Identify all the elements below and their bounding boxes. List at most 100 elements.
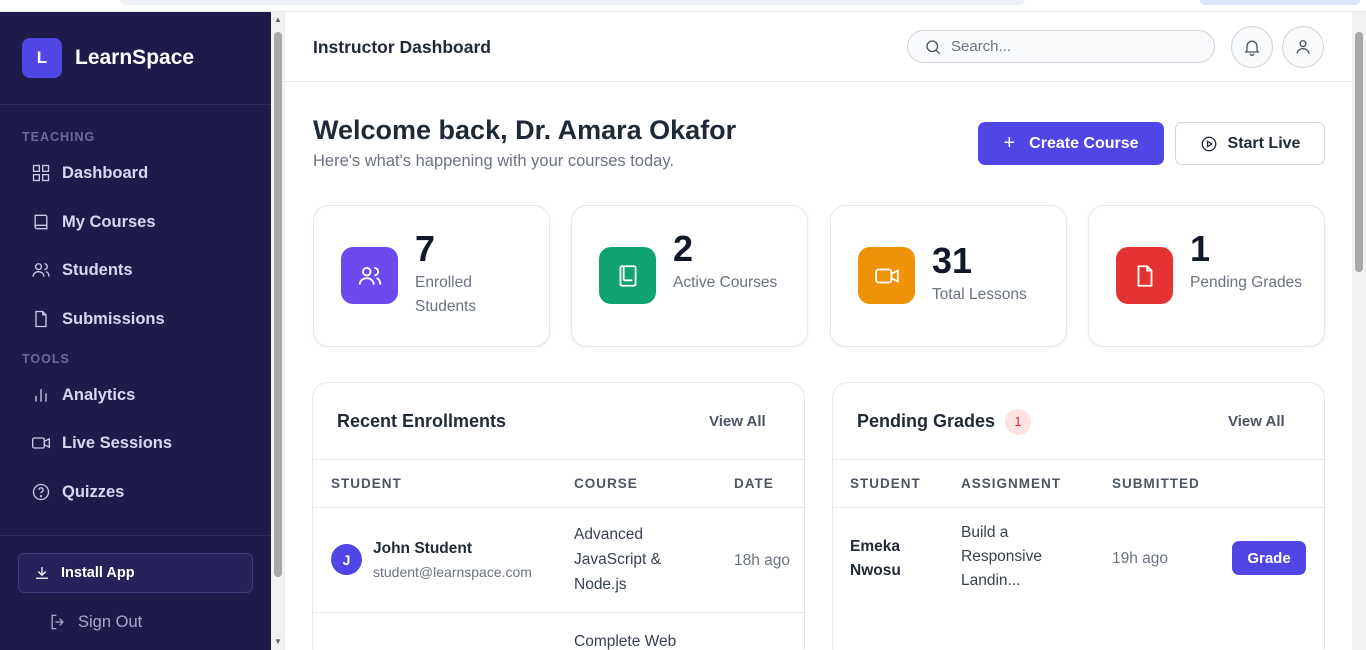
scrollbar-thumb[interactable] <box>274 32 282 577</box>
sidebar-item-my-courses[interactable]: My Courses <box>30 207 156 237</box>
stat-label: Enrolled Students <box>415 274 477 315</box>
stat-label: Active Courses <box>673 274 778 291</box>
stat-value: 1 <box>1190 228 1211 269</box>
avatar: J <box>331 544 362 575</box>
top-header: Instructor Dashboard <box>285 12 1352 82</box>
download-icon <box>36 567 48 579</box>
sidebar-divider <box>0 535 271 536</box>
divider <box>833 507 1324 508</box>
bar-chart-icon <box>30 384 52 406</box>
stat-card-active-courses[interactable]: 2 Active Courses <box>571 205 808 347</box>
stat-label: Pending Grades <box>1190 274 1303 291</box>
start-live-button[interactable]: Start Live <box>1175 122 1325 165</box>
submitted-time: 19h ago <box>1112 550 1169 567</box>
install-app-button[interactable]: Install App <box>18 553 253 593</box>
sidebar: L LearnSpace TEACHING Dashboard My Cours… <box>0 12 271 650</box>
divider <box>313 507 804 508</box>
sidebar-item-label: Submissions <box>62 309 165 328</box>
stat-card-pending-grades[interactable]: 1 Pending Grades <box>1088 205 1325 347</box>
sidebar-item-label: Dashboard <box>62 163 149 182</box>
install-app-label: Install App <box>61 565 135 581</box>
divider <box>313 459 804 460</box>
sidebar-item-dashboard[interactable]: Dashboard <box>30 158 148 188</box>
sidebar-item-students[interactable]: Students <box>30 255 133 285</box>
assignment-name: Build a Responsive Landin... <box>961 524 1042 589</box>
course-name: Complete Web <box>574 633 677 650</box>
sidebar-item-label: My Courses <box>62 212 156 231</box>
notifications-button[interactable] <box>1231 26 1273 68</box>
scroll-down-arrow[interactable]: ▼ <box>271 636 285 648</box>
video-icon <box>30 432 52 454</box>
scrollbar-thumb[interactable] <box>1355 32 1363 272</box>
users-icon <box>30 259 52 281</box>
grid-icon <box>30 162 52 184</box>
sign-out-label: Sign Out <box>78 612 143 631</box>
view-all-enrollments-link[interactable]: View All <box>709 413 766 430</box>
column-header-submitted: SUBMITTED <box>1112 476 1200 491</box>
course-name: Advanced JavaScript & Node.js <box>574 526 662 593</box>
stat-label: Total Lessons <box>932 286 1027 303</box>
users-icon <box>341 247 398 304</box>
brand[interactable]: L LearnSpace <box>0 12 271 105</box>
sidebar-scrollbar[interactable]: ▲ ▼ <box>271 12 285 650</box>
plus-icon: + <box>1003 132 1016 154</box>
sign-out-button[interactable]: Sign Out <box>48 612 142 632</box>
section-label-tools: TOOLS <box>22 352 70 366</box>
brand-name: LearnSpace <box>75 46 195 69</box>
log-out-icon <box>51 614 64 630</box>
pending-grades-panel: Pending Grades 1 View All STUDENT ASSIGN… <box>832 382 1325 650</box>
stat-value: 2 <box>673 228 694 269</box>
student-email: student@learnspace.com <box>373 564 532 580</box>
search-input[interactable] <box>951 38 1191 55</box>
section-label-teaching: TEACHING <box>22 130 96 144</box>
welcome-subtitle: Here's what's happening with your course… <box>313 152 674 170</box>
grade-button[interactable]: Grade <box>1232 541 1306 575</box>
stat-card-total-lessons[interactable]: 31 Total Lessons <box>830 205 1067 347</box>
scroll-up-arrow[interactable]: ▲ <box>271 14 285 26</box>
student-name: John Student <box>373 540 473 557</box>
main-scrollbar[interactable] <box>1352 12 1366 650</box>
video-icon <box>858 247 915 304</box>
profile-button[interactable] <box>1282 26 1324 68</box>
sidebar-item-submissions[interactable]: Submissions <box>30 304 165 334</box>
help-circle-icon <box>30 481 52 503</box>
welcome-heading: Welcome back, Dr. Amara Okafor <box>313 115 737 145</box>
panel-title: Recent Enrollments <box>337 411 507 431</box>
sidebar-item-quizzes[interactable]: Quizzes <box>30 477 124 507</box>
play-circle-icon <box>1201 136 1216 151</box>
start-live-label: Start Live <box>1227 134 1301 152</box>
brand-logo: L <box>22 38 62 78</box>
address-bar[interactable] <box>120 0 1025 5</box>
divider <box>313 612 804 613</box>
pending-count-badge: 1 <box>1005 409 1031 435</box>
column-header-student: STUDENT <box>331 476 402 491</box>
enroll-date: 18h ago <box>734 552 791 569</box>
book-icon <box>599 247 656 304</box>
browser-button[interactable] <box>1200 0 1360 5</box>
sidebar-item-label: Live Sessions <box>62 433 173 452</box>
user-icon <box>1296 40 1310 54</box>
file-icon <box>30 308 52 330</box>
sidebar-item-label: Students <box>62 260 133 279</box>
bell-icon <box>1244 40 1260 56</box>
page-title: Instructor Dashboard <box>313 37 491 57</box>
create-course-button[interactable]: + Create Course <box>978 122 1164 165</box>
browser-strip <box>0 0 1366 12</box>
stat-value: 31 <box>932 240 973 281</box>
divider <box>833 459 1324 460</box>
sidebar-item-label: Analytics <box>62 385 136 404</box>
sidebar-item-live-sessions[interactable]: Live Sessions <box>30 428 172 458</box>
column-header-student: STUDENT <box>850 476 921 491</box>
view-all-grades-link[interactable]: View All <box>1228 413 1285 430</box>
sidebar-item-analytics[interactable]: Analytics <box>30 380 135 410</box>
file-icon <box>1116 247 1173 304</box>
stat-value: 7 <box>415 228 436 269</box>
recent-enrollments-panel: Recent Enrollments View All STUDENT COUR… <box>312 382 805 650</box>
book-icon <box>30 211 52 233</box>
search-box[interactable] <box>907 30 1215 63</box>
student-name: Emeka Nwosu <box>850 538 901 579</box>
column-header-assignment: ASSIGNMENT <box>961 476 1062 491</box>
column-header-date: DATE <box>734 476 774 491</box>
create-course-label: Create Course <box>1029 134 1139 152</box>
stat-card-enrolled-students[interactable]: 7 Enrolled Students <box>313 205 550 347</box>
